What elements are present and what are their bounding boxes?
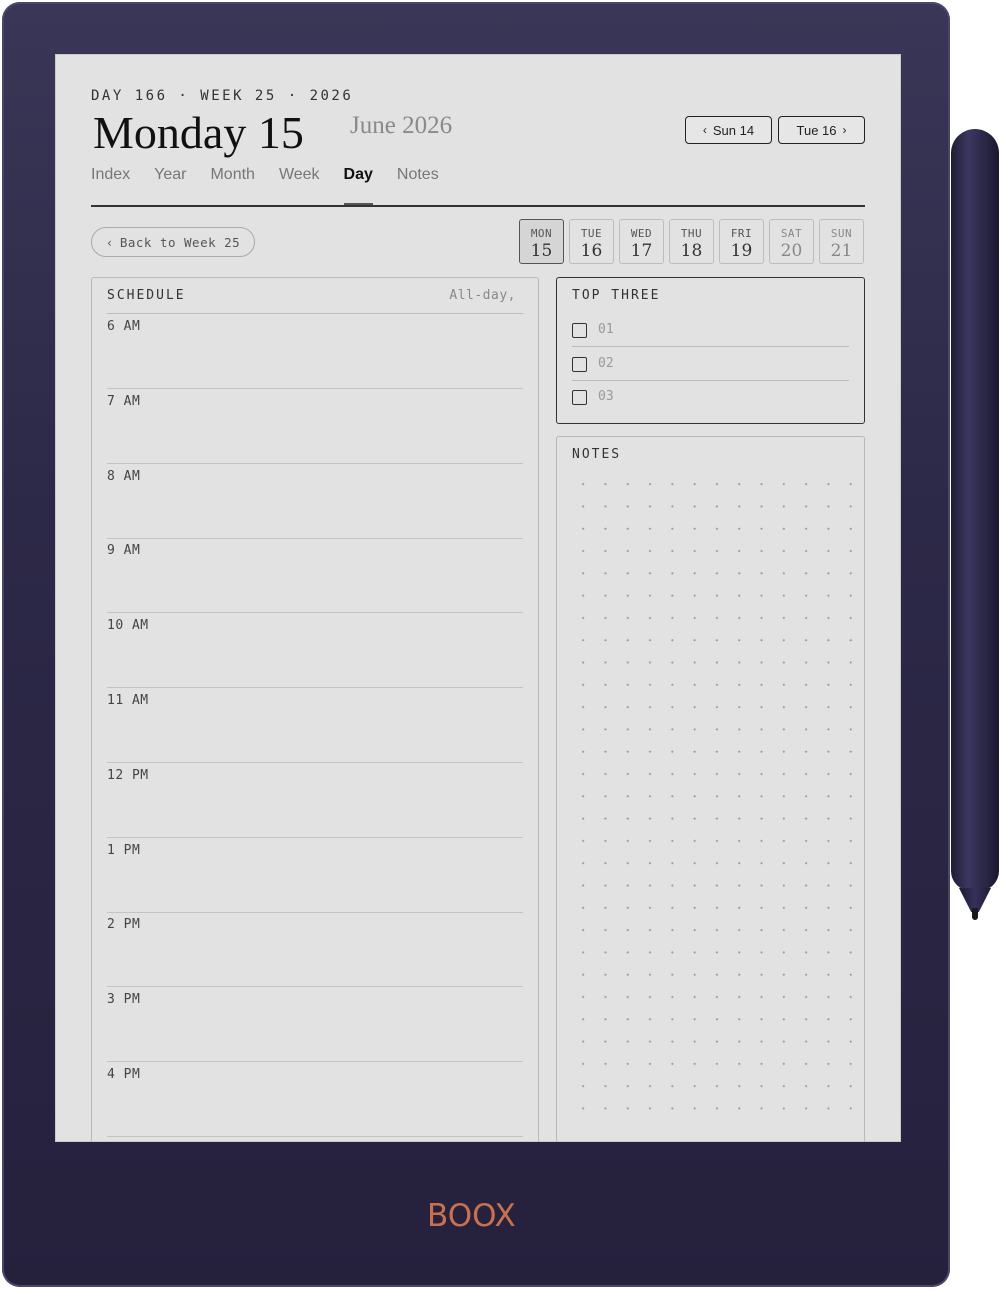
next-day-button[interactable]: Tue 16 › (778, 116, 865, 144)
next-day-label: Tue 16 (796, 122, 837, 138)
top-three-title: TOP THREE (572, 288, 661, 303)
hour-label: 12 PM (107, 767, 149, 783)
task-number: 02 (598, 355, 614, 371)
hour-slot[interactable]: 12 PM (107, 763, 523, 838)
hour-label: 7 AM (107, 393, 141, 409)
day-date: 21 (830, 241, 853, 261)
day-sun-button[interactable]: SUN 21 (819, 219, 864, 264)
week-day-strip: MON 15 TUE 16 WED 17 THU 18 FRI 19 SAT 20 SUN 21 (519, 219, 864, 264)
hour-label: 8 AM (107, 468, 141, 484)
hour-label: 2 PM (107, 917, 141, 933)
chevron-right-icon: › (842, 123, 847, 137)
day-fri-button[interactable]: FRI 19 (719, 219, 764, 264)
day-wed-button[interactable]: WED 17 (619, 219, 664, 264)
month-year-subtitle: June 2026 (350, 112, 453, 139)
hour-slot[interactable]: 2 PM (107, 912, 523, 988)
dot-grid-writing-area[interactable] (572, 473, 852, 1123)
back-to-week-label: Back to Week 25 (119, 234, 241, 250)
day-name: SUN (830, 227, 853, 240)
hour-slot[interactable]: 7 AM (107, 389, 523, 464)
all-day-label: All-day, (449, 288, 516, 303)
date-meta: DAY 166 · WEEK 25 · 2026 (91, 88, 354, 104)
ereader-device: DAY 166 · WEEK 25 · 2026 Monday 15 June … (2, 2, 950, 1287)
hour-label: 4 PM (107, 1067, 141, 1082)
day-date: 20 (780, 241, 803, 261)
prev-day-button[interactable]: ‹ Sun 14 (685, 116, 772, 144)
day-name: THU (680, 227, 703, 240)
task-item: 01 (572, 314, 849, 347)
hour-label: 11 AM (107, 693, 149, 708)
hour-label: 3 PM (107, 992, 141, 1008)
task-checkbox[interactable] (572, 356, 587, 372)
hour-slot[interactable]: 8 AM (107, 464, 523, 539)
hour-slot[interactable]: 11 AM (107, 688, 523, 763)
stylus-pen (951, 129, 999, 891)
task-checkbox[interactable] (572, 323, 587, 338)
prev-day-label: Sun 14 (712, 122, 755, 138)
hour-slot[interactable]: 9 AM (107, 538, 523, 614)
hour-label: 6 AM (107, 319, 141, 334)
task-item: 02 (572, 348, 849, 381)
day-name: SAT (780, 227, 803, 240)
stylus-nib (972, 908, 978, 920)
notes-title: NOTES (572, 447, 622, 462)
hour-slot[interactable]: 3 PM (107, 987, 523, 1063)
day-date: 16 (580, 241, 603, 261)
day-date: 19 (730, 241, 753, 261)
view-tabs: Index Year Month Week Day Notes (91, 166, 463, 205)
day-name: WED (630, 227, 653, 240)
day-sat-button[interactable]: SAT 20 (769, 219, 814, 264)
hour-slot[interactable]: 10 AM (107, 613, 523, 689)
tab-index[interactable]: Index (91, 166, 130, 196)
task-checkbox[interactable] (572, 390, 587, 405)
tab-year[interactable]: Year (154, 166, 186, 196)
hour-label: 1 PM (107, 842, 141, 858)
day-tue-button[interactable]: TUE 16 (569, 219, 614, 264)
page-title: Monday 15 (93, 107, 304, 158)
schedule-panel: SCHEDULE All-day, 6 AM 7 AM 8 AM 9 AM 10 AM 1… (91, 277, 539, 1142)
day-thu-button[interactable]: THU 18 (669, 219, 714, 264)
tab-day[interactable]: Day (343, 166, 374, 205)
day-name: FRI (730, 227, 753, 240)
hour-divider (107, 1136, 523, 1137)
day-name: MON (530, 227, 553, 240)
screen: DAY 166 · WEEK 25 · 2026 Monday 15 June … (55, 54, 901, 1142)
hour-slot[interactable]: 6 AM (107, 314, 523, 389)
day-date: 17 (630, 241, 653, 261)
hour-slot[interactable]: 1 PM (107, 838, 523, 913)
task-number: 01 (598, 322, 614, 337)
day-mon-button[interactable]: MON 15 (519, 219, 564, 264)
chevron-left-icon: ‹ (702, 123, 707, 137)
day-name: TUE (580, 227, 603, 240)
hour-slot[interactable]: 4 PM (107, 1062, 523, 1137)
chevron-left-icon: ‹ (105, 234, 114, 250)
notes-panel: NOTES (556, 436, 865, 1142)
day-date: 15 (530, 241, 553, 261)
day-date: 18 (680, 241, 703, 261)
task-item: 03 (572, 381, 849, 414)
tab-month[interactable]: Month (210, 166, 254, 196)
schedule-title: SCHEDULE (107, 288, 186, 303)
hour-label: 9 AM (107, 543, 141, 559)
back-to-week-button[interactable]: ‹ Back to Week 25 (91, 227, 255, 257)
tab-notes[interactable]: Notes (397, 166, 439, 196)
brand-logo: BOOX (427, 1198, 516, 1234)
task-number: 03 (598, 389, 614, 404)
top-three-panel: TOP THREE 01 02 03 (556, 277, 865, 424)
tab-week[interactable]: Week (279, 166, 320, 196)
hour-label: 10 AM (107, 618, 149, 634)
tabs-divider (91, 205, 865, 207)
